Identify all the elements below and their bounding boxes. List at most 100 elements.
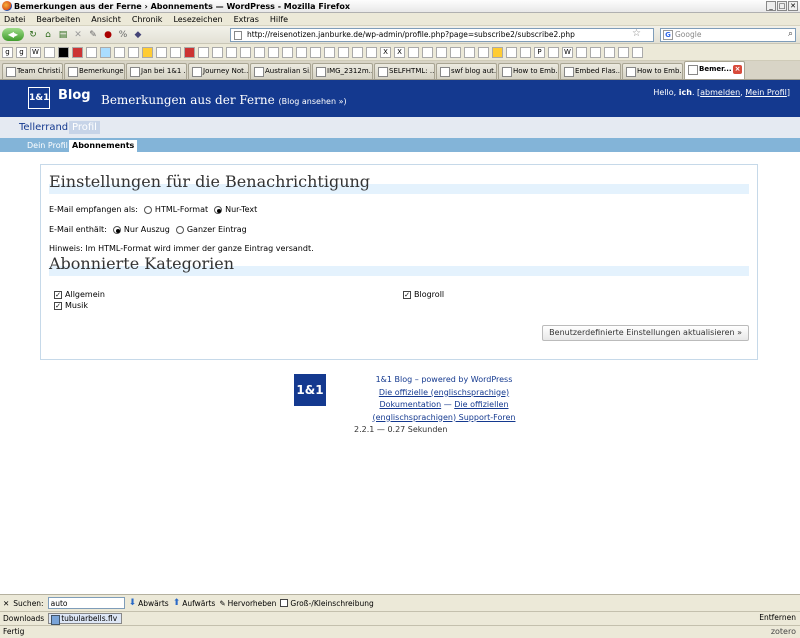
addon-icon[interactable]: ✎ xyxy=(87,29,99,41)
bookmark-star-icon[interactable]: ☆ xyxy=(632,29,641,40)
menu-hilfe[interactable]: Hilfe xyxy=(270,15,288,24)
close-tab-icon[interactable]: × xyxy=(733,65,742,74)
content-excerpt-option[interactable]: Nur Auszug xyxy=(112,225,170,234)
menu-datei[interactable]: Datei xyxy=(4,15,25,24)
tab[interactable]: Bemerkunge... xyxy=(64,63,125,79)
findbar-close-icon[interactable]: ✕ xyxy=(3,599,9,608)
bookmark-icon[interactable] xyxy=(282,46,293,58)
menu-extras[interactable]: Extras xyxy=(234,15,259,24)
profile-link[interactable]: Mein Profil xyxy=(745,88,787,97)
google-icon[interactable]: G xyxy=(663,30,673,40)
find-input[interactable] xyxy=(47,597,125,609)
bookmark-icon[interactable] xyxy=(366,46,377,58)
footer-docs-link[interactable]: Dokumentation xyxy=(379,400,441,409)
tab[interactable]: IMG_2312m... xyxy=(312,63,373,79)
back-forward-icon[interactable]: ◀▸ xyxy=(2,28,24,41)
bookmark-icon[interactable] xyxy=(422,46,433,58)
adblock-icon[interactable]: ● xyxy=(102,29,114,41)
bookmark-icon[interactable] xyxy=(450,46,461,58)
checkbox-allgemein[interactable]: ✓ xyxy=(54,290,62,299)
footer-line5[interactable]: (englischsprachigen) Support-Foren xyxy=(354,412,534,425)
tool-icon[interactable]: ◆ xyxy=(132,29,144,41)
menu-bearbeiten[interactable]: Bearbeiten xyxy=(36,15,80,24)
bookmark-icon[interactable] xyxy=(296,46,307,58)
bookmark-icon[interactable]: W xyxy=(562,46,573,58)
minimize-icon[interactable]: _ xyxy=(766,1,776,11)
view-blog-link[interactable]: (Blog ansehen ») xyxy=(279,97,347,106)
bookmark-icon[interactable] xyxy=(254,46,265,58)
link-icon[interactable]: % xyxy=(117,29,129,41)
bookmark-icon[interactable] xyxy=(212,46,223,58)
bookmark-icon[interactable] xyxy=(170,46,181,58)
bookmark-icon[interactable]: g xyxy=(16,46,27,58)
menu-chronik[interactable]: Chronik xyxy=(132,15,163,24)
download-item[interactable]: tubularbells.flv xyxy=(48,613,123,625)
bookmark-icon[interactable]: g xyxy=(2,46,13,58)
tab[interactable]: How to Emb... xyxy=(622,63,683,79)
search-box[interactable]: G Google ⌕ xyxy=(660,28,796,42)
match-case-option[interactable]: Groß-/Kleinschreibung xyxy=(280,599,374,608)
bookmark-icon[interactable] xyxy=(268,46,279,58)
submenu-abonnements[interactable]: Abonnements xyxy=(69,140,138,152)
bookmark-icon[interactable] xyxy=(100,46,111,58)
category-musik[interactable]: ✓ Musik xyxy=(54,301,88,310)
content-full-option[interactable]: Ganzer Eintrag xyxy=(175,225,247,234)
checkbox-blogroll[interactable]: ✓ xyxy=(403,290,411,299)
url-bar[interactable]: http://reisenotizen.janburke.de/wp-admin… xyxy=(230,28,654,42)
bookmark-icon[interactable] xyxy=(506,46,517,58)
bookmark-icon[interactable] xyxy=(128,46,139,58)
footer-support-link[interactable]: Die offiziellen xyxy=(454,400,508,409)
bookmark-icon[interactable] xyxy=(142,46,153,58)
bookmark-icon[interactable] xyxy=(408,46,419,58)
footer-line2[interactable]: Die offizielle (englischsprachige) xyxy=(354,387,534,400)
bookmark-icon[interactable] xyxy=(72,46,83,58)
menu-ansicht[interactable]: Ansicht xyxy=(91,15,121,24)
reload-icon[interactable]: ↻ xyxy=(27,29,39,41)
bookmark-icon[interactable] xyxy=(324,46,335,58)
find-prev-button[interactable]: ⬆ Aufwärts xyxy=(173,598,216,608)
print-icon[interactable]: ▤ xyxy=(57,29,69,41)
downloads-remove-button[interactable]: Entfernen xyxy=(759,613,796,622)
tab[interactable]: Journey Not... xyxy=(188,63,249,79)
tab[interactable]: SELFHTML: ... xyxy=(374,63,435,79)
highlight-button[interactable]: ✎ Hervorheben xyxy=(219,599,276,608)
bookmark-icon[interactable] xyxy=(226,46,237,58)
bookmark-icon[interactable] xyxy=(114,46,125,58)
update-settings-button[interactable]: Benutzerdefinierte Einstellungen aktuali… xyxy=(542,325,749,341)
tab[interactable]: Embed Flas... xyxy=(560,63,621,79)
bookmark-icon[interactable] xyxy=(86,46,97,58)
bookmark-icon[interactable] xyxy=(520,46,531,58)
search-icon[interactable]: ⌕ xyxy=(788,28,793,40)
stop-icon[interactable]: ✕ xyxy=(72,29,84,41)
tab[interactable]: Jan bei 1&1 ... xyxy=(126,63,187,79)
tab[interactable]: Australian Si... xyxy=(250,63,311,79)
bookmark-icon[interactable] xyxy=(338,46,349,58)
bookmark-icon[interactable]: X xyxy=(394,46,405,58)
bookmark-icon[interactable] xyxy=(604,46,615,58)
radio-full[interactable] xyxy=(175,225,184,234)
menu-profil[interactable]: Profil xyxy=(69,121,100,134)
footer-line1[interactable]: 1&1 Blog – powered by WordPress xyxy=(354,374,534,387)
radio-excerpt[interactable] xyxy=(112,225,121,234)
tab-active[interactable]: Bemer... × xyxy=(684,61,745,79)
tab[interactable]: How to Emb... xyxy=(498,63,559,79)
close-icon[interactable]: ✕ xyxy=(788,1,798,11)
bookmark-icon[interactable] xyxy=(478,46,489,58)
tab[interactable]: swf blog aut... xyxy=(436,63,497,79)
bookmark-icon[interactable] xyxy=(590,46,601,58)
checkbox-musik[interactable]: ✓ xyxy=(54,301,62,310)
menu-tellerrand[interactable]: Tellerrand xyxy=(16,121,71,134)
category-blogroll[interactable]: ✓ Blogroll xyxy=(403,290,444,299)
category-allgemein[interactable]: ✓ Allgemein xyxy=(54,290,105,299)
find-next-button[interactable]: ⬇ Abwärts xyxy=(129,598,169,608)
maximize-icon[interactable]: □ xyxy=(777,1,787,11)
bookmark-icon[interactable] xyxy=(58,46,69,58)
bookmark-icon[interactable] xyxy=(240,46,251,58)
bookmark-icon[interactable] xyxy=(576,46,587,58)
logout-link[interactable]: abmelden xyxy=(700,88,740,97)
radio-html[interactable] xyxy=(143,205,152,214)
home-icon[interactable]: ⌂ xyxy=(42,29,54,41)
match-case-checkbox[interactable] xyxy=(280,599,289,607)
bookmark-icon[interactable] xyxy=(156,46,167,58)
bookmark-icon[interactable] xyxy=(352,46,363,58)
